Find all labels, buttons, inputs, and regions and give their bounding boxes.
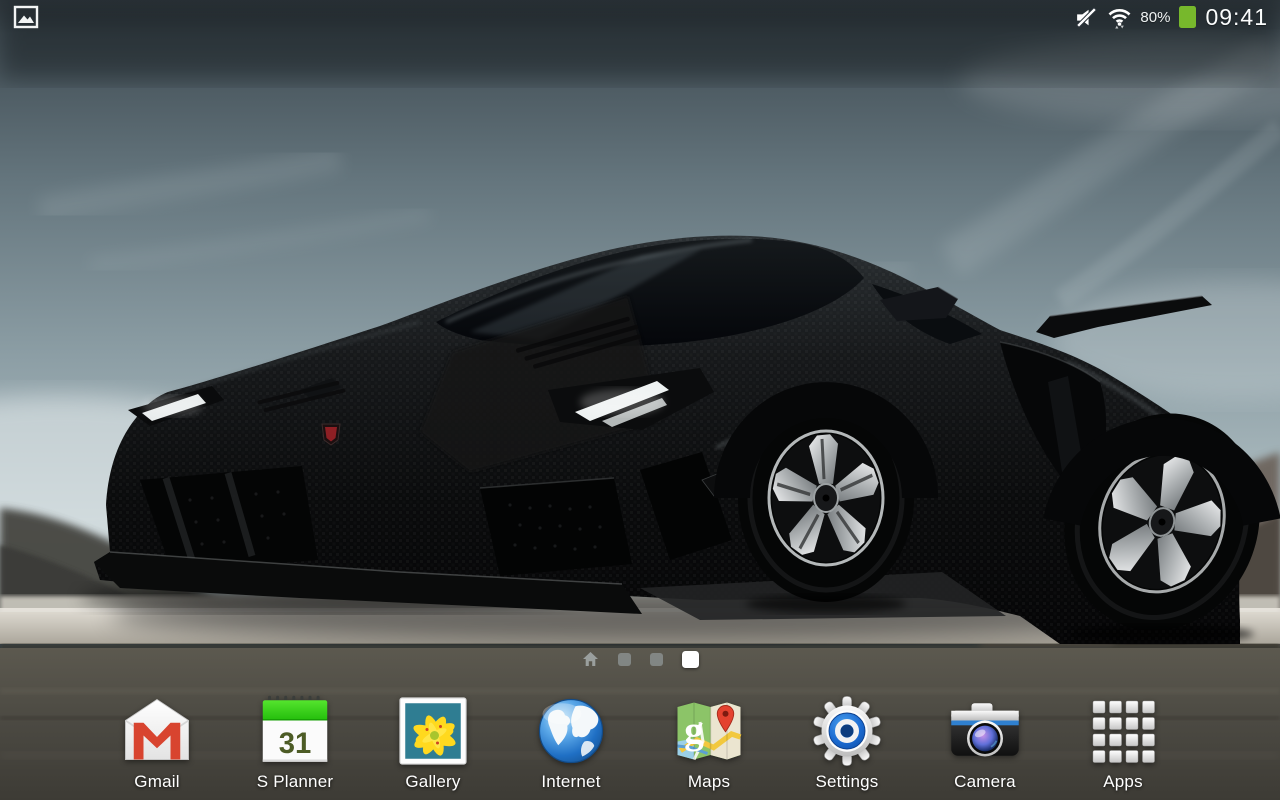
apps-icon	[1092, 700, 1155, 763]
page-dot-2[interactable]	[617, 652, 631, 666]
svg-text:g: g	[684, 709, 704, 752]
app-maps[interactable]: g Maps	[640, 695, 778, 792]
app-label: Gmail	[134, 772, 180, 791]
wifi-icon	[1106, 4, 1133, 31]
app-label: Camera	[954, 772, 1016, 791]
android-home-screen: 80% 09:41 Gmail 31 S Planner Gallery Int…	[0, 0, 1280, 800]
page-dot-3[interactable]	[649, 652, 663, 666]
home-icon[interactable]	[582, 651, 599, 667]
app-camera[interactable]: Camera	[916, 695, 1054, 792]
page-indicator	[0, 646, 1280, 672]
gallery-icon	[399, 697, 467, 765]
s-planner-icon: 31	[262, 695, 328, 762]
dock: Gmail 31 S Planner Gallery Internet g Ma…	[88, 695, 1192, 792]
app-label: Apps	[1103, 772, 1143, 791]
app-internet[interactable]: Internet	[502, 695, 640, 792]
maps-icon: g	[677, 702, 742, 761]
app-gallery[interactable]: Gallery	[364, 695, 502, 792]
settings-icon	[813, 696, 881, 766]
app-label: Maps	[687, 772, 731, 791]
wallpaper-illustration	[0, 0, 1280, 800]
camera-icon	[951, 703, 1019, 757]
app-apps-drawer[interactable]: Apps	[1054, 695, 1192, 792]
app-label: Gallery	[405, 772, 461, 791]
app-label: Settings	[815, 772, 879, 791]
gmail-icon	[125, 698, 189, 760]
battery-percent: 80%	[1140, 8, 1171, 26]
status-bar: 80% 09:41	[0, 0, 1280, 34]
svg-text:31: 31	[279, 728, 312, 760]
internet-icon	[538, 698, 604, 764]
battery-icon	[1179, 6, 1197, 28]
page-dot-active[interactable]	[681, 650, 699, 668]
mute-icon	[1074, 5, 1099, 30]
clock: 09:41	[1205, 3, 1268, 30]
app-label: Internet	[541, 772, 601, 791]
app-label: S Planner	[256, 772, 334, 791]
app-s-planner[interactable]: 31 S Planner	[226, 695, 364, 792]
app-gmail[interactable]: Gmail	[88, 695, 226, 792]
wallpaper-black-supercar	[0, 0, 1280, 800]
app-settings[interactable]: Settings	[778, 695, 916, 792]
screenshot-captured-icon[interactable]	[12, 4, 40, 31]
